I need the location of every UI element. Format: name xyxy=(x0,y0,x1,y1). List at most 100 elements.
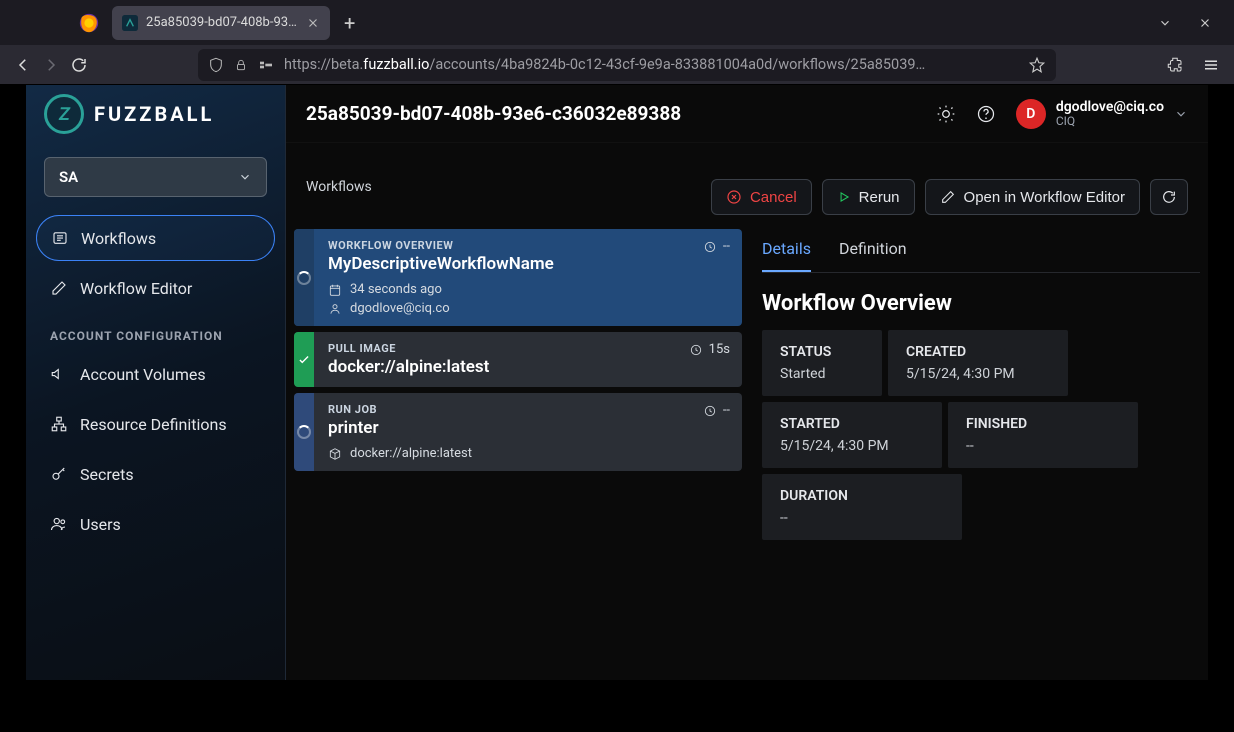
stat-duration: DURATION -- xyxy=(762,474,962,540)
user-icon xyxy=(328,302,342,316)
stat-started: STARTED 5/15/24, 4:30 PM xyxy=(762,402,942,468)
sidebar-item-label: Users xyxy=(80,515,121,534)
stat-label: CREATED xyxy=(906,344,1050,360)
sidebar-item-workflow-editor[interactable]: Workflow Editor xyxy=(36,265,275,311)
chevron-down-icon xyxy=(1174,107,1188,121)
cancel-icon xyxy=(726,189,742,205)
spinner-icon xyxy=(297,271,311,285)
sidebar-item-label: Workflows xyxy=(81,229,156,248)
user-menu[interactable]: D dgodlove@ciq.co CIQ xyxy=(1016,99,1188,129)
browser-tab[interactable]: 25a85039-bd07-408b-93… xyxy=(112,6,330,40)
stat-label: DURATION xyxy=(780,488,944,504)
user-org: CIQ xyxy=(1056,115,1164,129)
step-time-value: -- xyxy=(723,403,730,418)
edit-icon xyxy=(940,189,956,205)
details-panel: Details Definition Workflow Overview STA… xyxy=(762,229,1200,540)
clock-icon xyxy=(703,404,717,418)
brand-logo-icon: Z xyxy=(44,94,84,134)
stat-label: STATUS xyxy=(780,344,864,360)
lock-icon xyxy=(234,58,248,72)
tabs-dropdown-icon[interactable] xyxy=(1158,16,1172,30)
sitemap-icon xyxy=(50,415,68,433)
volume-icon xyxy=(50,365,68,383)
stat-finished: FINISHED -- xyxy=(948,402,1138,468)
sidebar-item-secrets[interactable]: Secrets xyxy=(36,451,275,497)
browser-chrome: 25a85039-bd07-408b-93… + https://beta.fu… xyxy=(0,0,1234,85)
open-editor-button[interactable]: Open in Workflow Editor xyxy=(925,179,1140,215)
app-root: Z FUZZBALL SA Workflows Workflow Editor … xyxy=(26,85,1208,680)
firefox-icon xyxy=(78,12,100,34)
step-image: docker://alpine:latest xyxy=(350,446,472,461)
cancel-button[interactable]: Cancel xyxy=(711,179,812,215)
stat-value: 5/15/24, 4:30 PM xyxy=(906,366,1050,382)
help-icon[interactable] xyxy=(976,104,996,124)
detail-tabs: Details Definition xyxy=(762,229,1200,273)
window-close-icon[interactable] xyxy=(1198,16,1212,30)
tab-favicon-icon xyxy=(122,15,138,31)
permissions-icon[interactable] xyxy=(258,57,274,73)
step-pull-image[interactable]: PULL IMAGE docker://alpine:latest 15s xyxy=(294,332,742,387)
step-workflow-overview[interactable]: WORKFLOW OVERVIEW MyDescriptiveWorkflowN… xyxy=(294,229,742,326)
step-title: MyDescriptiveWorkflowName xyxy=(328,254,728,274)
url-bar[interactable]: https://beta.fuzzball.io/accounts/4ba982… xyxy=(198,49,1056,81)
sidebar-item-users[interactable]: Users xyxy=(36,501,275,547)
key-icon xyxy=(50,465,68,483)
tab-details[interactable]: Details xyxy=(762,229,811,272)
sidebar-item-account-volumes[interactable]: Account Volumes xyxy=(36,351,275,397)
open-editor-label: Open in Workflow Editor xyxy=(964,189,1125,206)
stat-value: 5/15/24, 4:30 PM xyxy=(780,438,924,454)
stat-status: STATUS Started xyxy=(762,330,882,396)
refresh-button[interactable] xyxy=(1150,179,1188,215)
cancel-label: Cancel xyxy=(750,189,797,206)
sidebar-section-label: ACCOUNT CONFIGURATION xyxy=(26,311,285,351)
check-icon xyxy=(297,353,311,367)
clock-icon xyxy=(703,240,717,254)
step-list: WORKFLOW OVERVIEW MyDescriptiveWorkflowN… xyxy=(294,229,742,471)
users-icon xyxy=(50,515,68,533)
sidebar-item-workflows[interactable]: Workflows xyxy=(36,215,275,261)
stat-value: -- xyxy=(780,510,944,526)
avatar: D xyxy=(1016,99,1046,129)
clock-icon xyxy=(689,343,703,357)
step-label: WORKFLOW OVERVIEW xyxy=(328,239,728,252)
org-selector[interactable]: SA xyxy=(44,157,267,197)
sidebar-item-label: Account Volumes xyxy=(80,365,206,384)
page-title: 25a85039-bd07-408b-93e6-c36032e89388 xyxy=(306,102,681,125)
stat-label: STARTED xyxy=(780,416,924,432)
breadcrumb[interactable]: Workflows xyxy=(306,179,372,195)
spinner-icon xyxy=(297,425,311,439)
tab-title: 25a85039-bd07-408b-93… xyxy=(146,15,298,30)
forward-icon xyxy=(42,56,60,74)
brand[interactable]: Z FUZZBALL xyxy=(26,85,285,143)
extensions-icon[interactable] xyxy=(1166,56,1184,74)
sidebar-item-label: Resource Definitions xyxy=(80,415,227,434)
stat-value: Started xyxy=(780,366,864,382)
main: 25a85039-bd07-408b-93e6-c36032e89388 D d… xyxy=(286,85,1208,680)
details-title: Workflow Overview xyxy=(762,291,1200,316)
app-menu-icon[interactable] xyxy=(1202,56,1220,74)
rerun-button[interactable]: Rerun xyxy=(822,179,915,215)
step-time-value: -- xyxy=(723,239,730,254)
back-icon[interactable] xyxy=(14,56,32,74)
step-user: dgodlove@ciq.co xyxy=(350,301,450,316)
step-label: PULL IMAGE xyxy=(328,342,728,355)
step-time-value: 15s xyxy=(709,342,730,357)
tab-definition[interactable]: Definition xyxy=(839,229,907,272)
theme-toggle-icon[interactable] xyxy=(936,104,956,124)
bookmark-star-icon[interactable] xyxy=(1028,56,1046,74)
tab-close-icon[interactable] xyxy=(306,16,320,30)
sidebar-item-resource-definitions[interactable]: Resource Definitions xyxy=(36,401,275,447)
reload-icon[interactable] xyxy=(70,56,88,74)
refresh-icon xyxy=(1161,189,1177,205)
box-icon xyxy=(328,447,342,461)
step-age: 34 seconds ago xyxy=(350,282,442,297)
step-label: RUN JOB xyxy=(328,403,728,416)
step-run-job[interactable]: RUN JOB printer docker://alpine:latest -… xyxy=(294,393,742,471)
stat-created: CREATED 5/15/24, 4:30 PM xyxy=(888,330,1068,396)
sidebar-item-label: Workflow Editor xyxy=(80,279,192,298)
sidebar: Z FUZZBALL SA Workflows Workflow Editor … xyxy=(26,85,286,680)
new-tab-button[interactable]: + xyxy=(344,11,355,35)
stats-grid: STATUS Started CREATED 5/15/24, 4:30 PM … xyxy=(762,330,1200,540)
org-selector-value: SA xyxy=(59,168,78,186)
list-icon xyxy=(51,229,69,247)
